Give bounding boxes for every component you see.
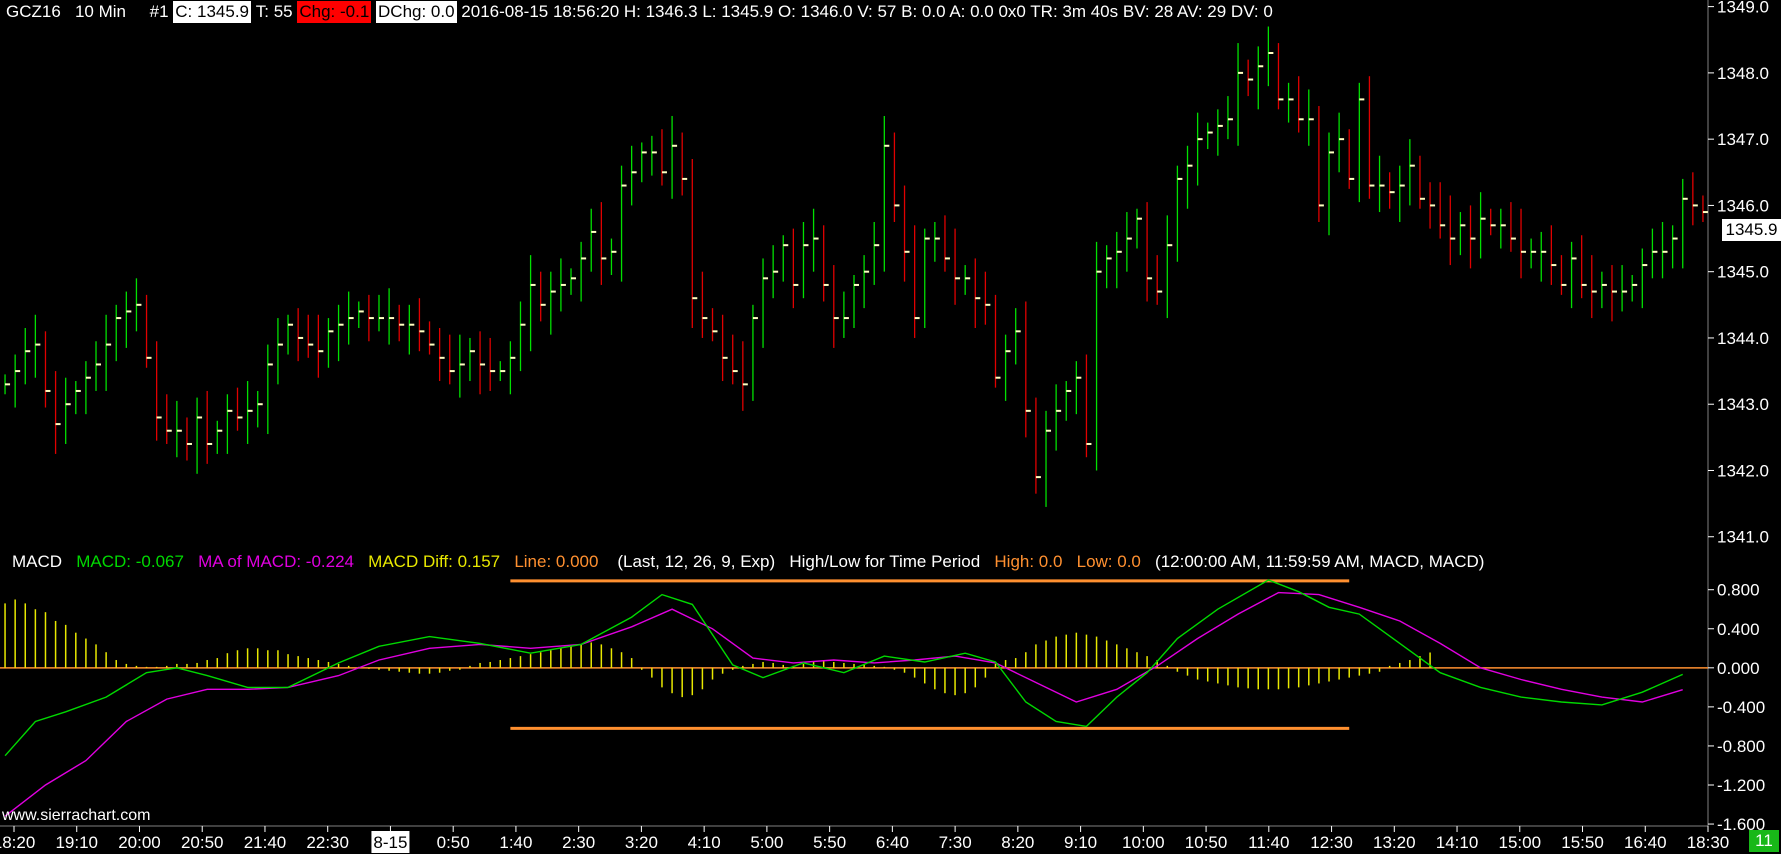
daily-change-box: DChg: 0.0 bbox=[376, 1, 457, 23]
macd-diff-value: MACD Diff: 0.157 bbox=[368, 552, 501, 571]
x-tick-label: 5:50 bbox=[813, 833, 846, 852]
bar-info-text: 2016-08-15 18:56:20 H: 1346.3 L: 1345.9 … bbox=[461, 2, 1273, 21]
macd-header: MACD MACD: -0.067 MA of MACD: -0.224 MAC… bbox=[12, 551, 1484, 573]
macd-y-tick-label: 0.400 bbox=[1717, 620, 1760, 639]
price-y-tick-label: 1342.0 bbox=[1717, 461, 1769, 480]
macd-ma-value: MA of MACD: -0.224 bbox=[198, 552, 354, 571]
price-y-tick-label: 1347.0 bbox=[1717, 130, 1769, 149]
change-box: Chg: -0.1 bbox=[297, 1, 372, 23]
x-tick-label: 10:50 bbox=[1185, 833, 1228, 852]
tick-count-label: T: 55 bbox=[255, 2, 293, 21]
x-tick-label: 8-15 bbox=[373, 833, 407, 852]
x-tick-label: 5:00 bbox=[750, 833, 783, 852]
x-tick-label: 2:30 bbox=[562, 833, 595, 852]
symbol-label: GCZ16 bbox=[6, 2, 61, 21]
watermark: www.sierrachart.com bbox=[2, 807, 151, 824]
macd-y-tick-label: -0.800 bbox=[1717, 737, 1765, 756]
time-period-label: (12:00:00 AM, 11:59:59 AM, MACD, MACD) bbox=[1155, 552, 1485, 571]
macd-y-tick-label: -0.400 bbox=[1717, 698, 1765, 717]
x-tick-label: 8:20 bbox=[1001, 833, 1034, 852]
x-tick-label: 10:00 bbox=[1122, 833, 1165, 852]
chart-header: GCZ16 10 Min #1 C: 1345.9 T: 55 Chg: -0.… bbox=[6, 1, 1273, 23]
macd-y-tick-label: -1.200 bbox=[1717, 776, 1765, 795]
x-tick-label: 1:40 bbox=[499, 833, 532, 852]
interval-label: 10 Min bbox=[74, 2, 126, 21]
x-tick-label: 9:10 bbox=[1064, 833, 1097, 852]
x-tick-label: 15:00 bbox=[1499, 833, 1542, 852]
price-y-tick-label: 1349.0 bbox=[1717, 0, 1769, 17]
x-tick-label: 18:30 bbox=[1687, 833, 1730, 852]
macd-ma-line bbox=[4, 591, 1683, 817]
x-tick-label: 20:00 bbox=[118, 833, 161, 852]
close-price-box: C: 1345.9 bbox=[173, 1, 252, 23]
x-tick-label: 15:50 bbox=[1561, 833, 1604, 852]
high-value: High: 0.0 bbox=[994, 552, 1063, 571]
x-tick-label: 0:50 bbox=[437, 833, 470, 852]
macd-value: MACD: -0.067 bbox=[76, 552, 184, 571]
last-price-marker: 1345.9 bbox=[1722, 219, 1781, 241]
x-tick-label: 13:20 bbox=[1373, 833, 1416, 852]
macd-line-value: Line: 0.000 bbox=[514, 552, 599, 571]
x-tick-label: 14:10 bbox=[1436, 833, 1479, 852]
x-tick-label: 18:20 bbox=[0, 833, 35, 852]
chart-number-label: #1 bbox=[149, 2, 169, 21]
macd-params: (Last, 12, 26, 9, Exp) bbox=[617, 552, 776, 571]
macd-y-tick-label: 0.800 bbox=[1717, 581, 1760, 600]
x-tick-label: 7:30 bbox=[939, 833, 972, 852]
x-tick-label: 20:50 bbox=[181, 833, 224, 852]
price-y-tick-label: 1343.0 bbox=[1717, 395, 1769, 414]
x-tick-label: 19:10 bbox=[55, 833, 98, 852]
price-y-tick-label: 1346.0 bbox=[1717, 196, 1769, 215]
price-y-tick-label: 1344.0 bbox=[1717, 329, 1769, 348]
macd-y-tick-label: 0.000 bbox=[1717, 659, 1760, 678]
x-tick-label: 11:40 bbox=[1248, 833, 1289, 852]
macd-study-name: MACD bbox=[12, 552, 63, 571]
bar-count-badge[interactable]: 11 bbox=[1749, 830, 1779, 852]
price-y-tick-label: 1345.0 bbox=[1717, 263, 1769, 282]
x-tick-label: 6:40 bbox=[876, 833, 909, 852]
price-y-tick-label: 1341.0 bbox=[1717, 528, 1769, 547]
high-low-label: High/Low for Time Period bbox=[789, 552, 981, 571]
x-tick-label: 22:30 bbox=[306, 833, 349, 852]
x-tick-label: 16:40 bbox=[1624, 833, 1667, 852]
x-tick-label: 12:30 bbox=[1310, 833, 1353, 852]
x-tick-label: 4:10 bbox=[688, 833, 721, 852]
chart-canvas: 1341.0 1342.0 1343.0 1344.0 1345.0 1346.0 1347… bbox=[0, 0, 1769, 853]
low-value: Low: 0.0 bbox=[1076, 552, 1141, 571]
price-y-tick-label: 1348.0 bbox=[1717, 64, 1769, 83]
x-tick-label: 3:20 bbox=[625, 833, 658, 852]
x-tick-label: 21:40 bbox=[244, 833, 287, 852]
